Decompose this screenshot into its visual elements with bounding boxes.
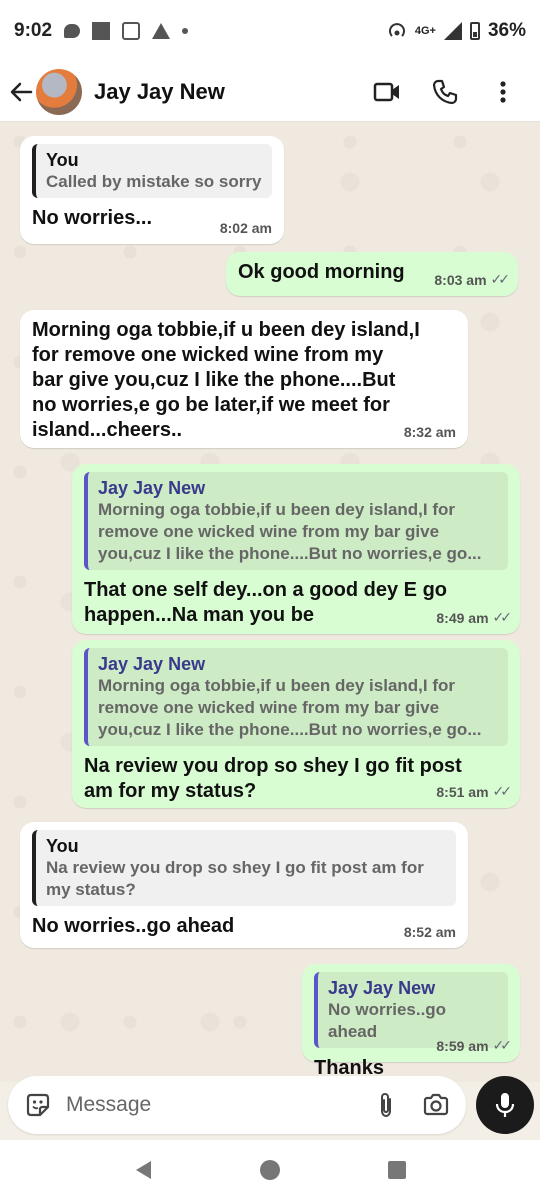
sticker-button[interactable]: [24, 1091, 52, 1119]
more-options-button[interactable]: [488, 77, 518, 107]
reply-quote[interactable]: You Called by mistake so sorry: [32, 144, 272, 198]
nav-recents-button[interactable]: [385, 1158, 409, 1182]
reply-quote[interactable]: You Na review you drop so shey I go fit …: [32, 830, 456, 906]
sticker-icon: [26, 1093, 50, 1117]
message-text-line: That one self dey...on a good dey E go: [84, 579, 447, 601]
nav-back-button[interactable]: [131, 1158, 155, 1182]
nav-home-circle-icon: [259, 1160, 280, 1180]
quote-text-line: remove one wicked wine from my bar give: [98, 522, 440, 541]
chat-notification-icon: [64, 24, 81, 38]
camera-button[interactable]: [422, 1091, 450, 1119]
paperclip-icon: [381, 1092, 391, 1118]
nav-back-triangle-icon: [136, 1161, 152, 1179]
message-time: 8:51 am: [436, 783, 489, 800]
status-bar: 9:02 4G+ 36%: [0, 0, 540, 62]
kebab-menu-icon: [500, 80, 506, 103]
message-bubble-outgoing[interactable]: Jay Jay New Morning oga tobbie,if u been…: [72, 640, 520, 808]
signal-icon: [443, 22, 462, 40]
message-time: 8:59 am: [436, 1037, 489, 1054]
message-time: 8:49 am: [436, 609, 489, 626]
nav-home-button[interactable]: [258, 1158, 282, 1182]
video-call-button[interactable]: [372, 77, 402, 107]
battery-icon: [469, 22, 480, 40]
quote-author: You: [46, 150, 79, 170]
message-text-line: bar give you,cuz I like the phone....But: [32, 369, 396, 391]
message-text-line: Morning oga tobbie,if u been dey island,…: [32, 319, 420, 341]
read-receipt-icon: ✓✓: [492, 1037, 513, 1053]
quote-text-line: Morning oga tobbie,if u been dey island,…: [98, 676, 456, 695]
battery-percent: 36%: [487, 20, 526, 41]
camera-icon: [423, 1093, 449, 1116]
read-receipt-icon: ✓✓: [492, 783, 513, 799]
read-receipt-icon: ✓✓: [490, 271, 511, 287]
message-bubble-incoming[interactable]: You Called by mistake so sorry No worrie…: [20, 136, 284, 244]
quote-author: You: [46, 836, 79, 856]
system-navigation-bar: [0, 1140, 540, 1200]
chat-area[interactable]: You Called by mistake so sorry No worrie…: [0, 122, 540, 1082]
quote-text-line: you,cuz I like the phone....But no worri…: [98, 720, 482, 739]
message-text-line: for remove one wicked wine from my: [32, 344, 384, 366]
quote-author: Jay Jay New: [98, 478, 206, 498]
message-input[interactable]: Message: [66, 1093, 350, 1117]
message-time: 8:02 am: [219, 220, 272, 236]
video-camera-icon: [373, 82, 399, 101]
message-bubble-outgoing[interactable]: Jay Jay New Morning oga tobbie,if u been…: [72, 464, 520, 634]
status-time: 9:02: [14, 20, 53, 41]
more-notifications-dot-icon: [182, 28, 189, 34]
microphone-icon: [495, 1093, 515, 1117]
message-time: 8:32 am: [403, 424, 456, 440]
message-text-line: Na review you drop so shey I go fit post: [84, 755, 462, 777]
quote-text: Called by mistake so sorry: [46, 172, 262, 191]
contact-avatar[interactable]: [36, 68, 82, 115]
nav-recents-square-icon: [387, 1161, 406, 1179]
back-button[interactable]: [8, 77, 34, 107]
message-text-line: no worries,e go be later,if we meet for: [32, 394, 390, 416]
voice-call-button[interactable]: [430, 77, 460, 107]
quote-text-line: Morning oga tobbie,if u been dey island,…: [98, 500, 456, 519]
message-text-line: island...cheers..: [32, 419, 183, 441]
reply-quote[interactable]: Jay Jay New Morning oga tobbie,if u been…: [84, 472, 508, 570]
quote-text-line: my status?: [46, 880, 136, 899]
quote-author: Jay Jay New: [328, 978, 436, 998]
voice-message-button[interactable]: [476, 1076, 534, 1134]
inbox-notification-icon: [122, 22, 141, 40]
quote-text-line: Na review you drop so shey I go fit post…: [46, 858, 424, 877]
message-bubble-incoming[interactable]: You Na review you drop so shey I go fit …: [20, 822, 468, 948]
quote-text-line: you,cuz I like the phone....But no worri…: [98, 544, 482, 563]
chat-header: Jay Jay New: [0, 62, 540, 122]
read-receipt-icon: ✓✓: [492, 609, 513, 625]
app-notification-icon: [92, 22, 111, 40]
message-bubble-outgoing[interactable]: Jay Jay New No worries..go ahead Thanks …: [302, 964, 520, 1079]
message-text: No worries..go ahead: [32, 915, 235, 937]
quote-text-line: remove one wicked wine from my bar give: [98, 698, 440, 717]
message-bubble-incoming[interactable]: Morning oga tobbie,if u been dey island,…: [20, 310, 468, 448]
hotspot-icon: [388, 23, 405, 37]
message-composer: Message: [8, 1076, 466, 1134]
quote-author: Jay Jay New: [98, 654, 206, 674]
phone-icon: [432, 79, 458, 104]
warning-icon: [152, 23, 171, 39]
reply-quote[interactable]: Jay Jay New Morning oga tobbie,if u been…: [84, 648, 508, 746]
contact-name[interactable]: Jay Jay New: [94, 79, 225, 105]
back-arrow-icon: [10, 82, 33, 101]
attach-button[interactable]: [372, 1091, 400, 1119]
message-bubble-outgoing[interactable]: Ok good morning 8:03 am ✓✓: [226, 252, 518, 296]
message-time: 8:52 am: [403, 924, 456, 940]
message-time: 8:03 am: [434, 271, 487, 288]
network-type: 4G+: [414, 25, 436, 37]
